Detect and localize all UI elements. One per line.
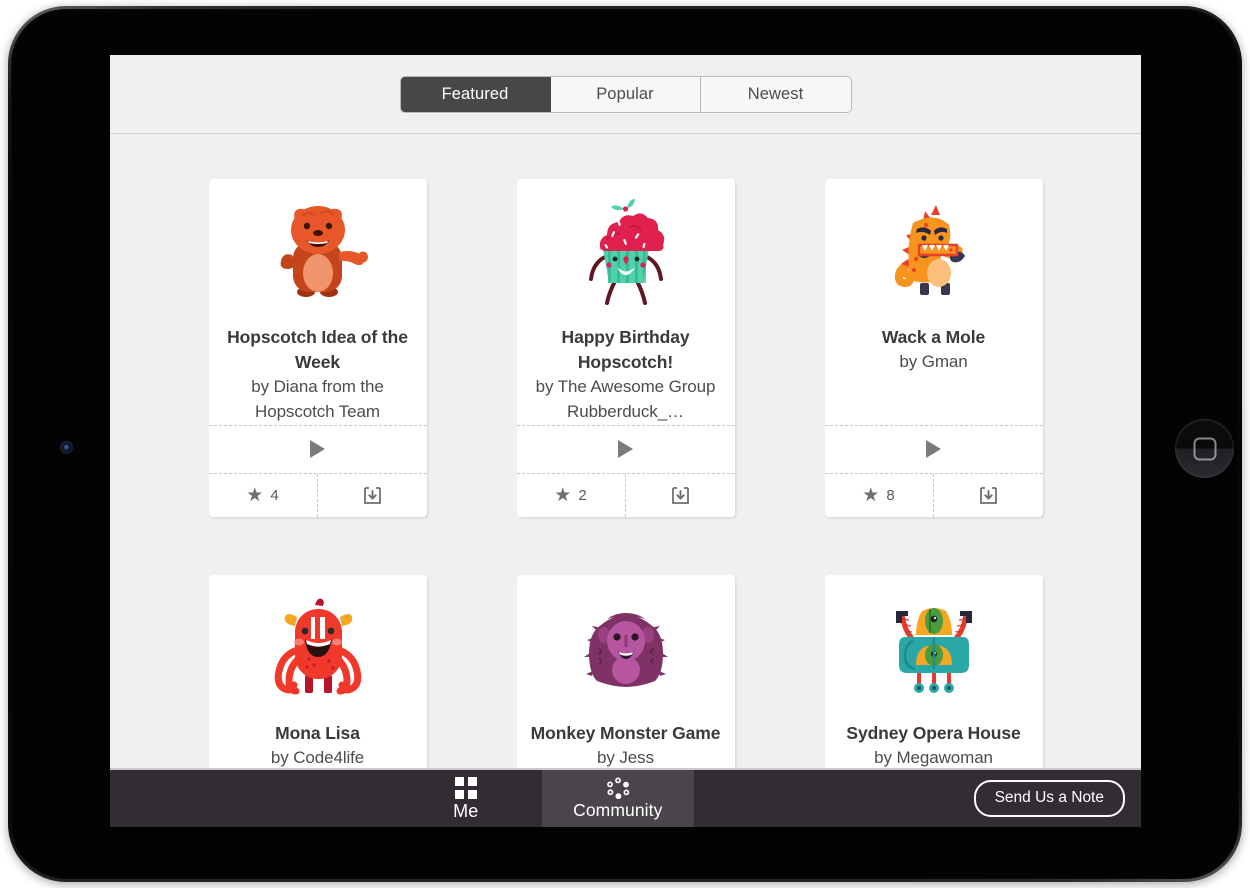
play-icon xyxy=(618,440,633,459)
project-title: Mona Lisa xyxy=(275,722,360,743)
screenshot-stage: Featured Popular Newest Hopscotch Idea o… xyxy=(0,0,1250,888)
download-button[interactable] xyxy=(626,474,735,517)
grid-icon xyxy=(454,777,477,799)
project-author: by Megawoman xyxy=(874,747,993,767)
home-square-icon xyxy=(1193,437,1216,460)
ape-monster-illustration-icon xyxy=(566,589,686,709)
home-button[interactable] xyxy=(1175,419,1234,478)
nav-tab-community[interactable]: Community xyxy=(541,770,694,827)
card-header: Mona Lisa by Code4life xyxy=(209,575,427,789)
tab-featured[interactable]: Featured xyxy=(400,76,551,112)
dinosaur-illustration-icon xyxy=(874,193,994,313)
project-title: Hopscotch Idea of the Week xyxy=(227,327,408,372)
star-icon: ★ xyxy=(246,484,264,506)
play-icon xyxy=(310,440,325,459)
play-button[interactable] xyxy=(825,426,1043,473)
project-author: by Jess xyxy=(597,747,654,767)
device-screen: Featured Popular Newest Hopscotch Idea o… xyxy=(110,55,1141,827)
header-bar: Featured Popular Newest xyxy=(110,55,1141,134)
project-grid: Hopscotch Idea of the Week by Diana from… xyxy=(110,134,1141,810)
front-camera-icon xyxy=(60,441,73,454)
send-us-a-note-button[interactable]: Send Us a Note xyxy=(973,780,1125,817)
card-actions: ★ 4 xyxy=(209,473,427,517)
send-note-wrap: Send Us a Note xyxy=(973,770,1141,827)
card-actions: ★ 8 xyxy=(825,473,1043,517)
octopus-monster-illustration-icon xyxy=(258,589,378,709)
project-author: by Gman xyxy=(899,351,968,371)
robot-illustration-icon xyxy=(874,589,994,709)
project-title: Happy Birthday Hopscotch! xyxy=(561,327,690,372)
download-button[interactable] xyxy=(318,474,427,517)
nav-right-spacer xyxy=(694,770,974,827)
project-author: by Code4life xyxy=(270,747,365,767)
card-spacer xyxy=(825,375,1043,425)
star-count: 8 xyxy=(886,486,895,504)
nav-tab-community-label: Community xyxy=(573,800,663,821)
nav-tab-me-label: Me xyxy=(453,801,479,821)
segmented-control[interactable]: Featured Popular Newest xyxy=(399,75,852,113)
project-card[interactable]: Hopscotch Idea of the Week by Diana from… xyxy=(208,179,427,517)
project-card[interactable]: Happy Birthday Hopscotch! by The Awesome… xyxy=(516,179,735,517)
download-icon xyxy=(979,486,997,504)
card-header: Happy Birthday Hopscotch! by The Awesome… xyxy=(517,179,735,425)
bottom-navigation-bar: Me Community Send Us a Note xyxy=(110,768,1141,827)
bear-illustration-icon xyxy=(258,193,378,313)
card-header: Wack a Mole by Gman xyxy=(825,179,1043,375)
project-title: Wack a Mole xyxy=(881,327,986,347)
nav-tab-me[interactable]: Me xyxy=(390,770,542,827)
star-count: 2 xyxy=(578,486,587,504)
download-button[interactable] xyxy=(934,474,1043,517)
project-author: by The Awesome Group Rubberduck_… xyxy=(535,376,716,421)
star-button[interactable]: ★ 2 xyxy=(517,473,626,517)
tab-newest[interactable]: Newest xyxy=(700,76,851,112)
project-card[interactable]: Wack a Mole by Gman ★ 8 xyxy=(824,179,1043,517)
star-icon: ★ xyxy=(862,484,880,506)
project-scroll-area[interactable]: Hopscotch Idea of the Week by Diana from… xyxy=(110,134,1141,827)
download-icon xyxy=(363,486,381,504)
download-icon xyxy=(671,486,689,504)
play-icon xyxy=(926,440,941,459)
project-title: Sydney Opera House xyxy=(846,722,1021,743)
project-author: by Diana from the Hopscotch Team xyxy=(251,376,384,421)
star-count: 4 xyxy=(270,486,279,504)
cupcake-illustration-icon xyxy=(566,193,686,313)
play-button[interactable] xyxy=(517,426,735,473)
card-header: Hopscotch Idea of the Week by Diana from… xyxy=(209,179,427,425)
star-button[interactable]: ★ 4 xyxy=(209,473,318,517)
card-illustration-wrap: Sydney Opera House by Megawoman xyxy=(825,575,1043,789)
star-icon: ★ xyxy=(554,484,572,506)
camera-lens xyxy=(64,445,69,450)
community-dots-icon xyxy=(606,777,630,800)
tab-popular[interactable]: Popular xyxy=(550,76,701,112)
card-actions: ★ 2 xyxy=(517,473,735,517)
card-header: Monkey Monster Game by Jess xyxy=(517,575,735,789)
star-button[interactable]: ★ 8 xyxy=(825,473,934,517)
nav-left-spacer xyxy=(110,770,390,827)
play-button[interactable] xyxy=(209,426,427,473)
project-title: Monkey Monster Game xyxy=(530,722,721,743)
